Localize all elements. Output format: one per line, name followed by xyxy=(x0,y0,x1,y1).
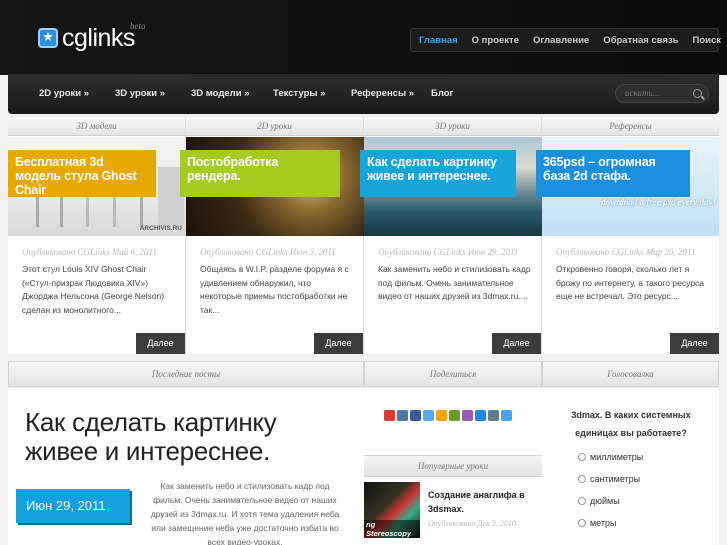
popular-title[interactable]: Создание анаглифа в 3dsmax. xyxy=(428,488,538,516)
nav-blog[interactable]: Блог xyxy=(431,88,454,99)
more-button[interactable]: Далее xyxy=(492,333,541,354)
share-icon-8[interactable] xyxy=(475,410,486,421)
latest-post-date: Июн 29, 2011 xyxy=(16,489,130,523)
card-sky-replace: 3D уроки Как сделать картинку живее и ин… xyxy=(360,117,542,354)
radio-button[interactable] xyxy=(578,497,586,505)
poll-option-label: дюймы xyxy=(590,496,620,506)
poll-head: Голосовалка xyxy=(542,361,719,387)
card-meta: Опубликовано CGLinks Мар 20, 2011 xyxy=(556,247,696,257)
top-nav: Главная О проекте Оглавление Обратная св… xyxy=(410,28,722,52)
nav-references[interactable]: Референсы » xyxy=(351,88,414,99)
main-nav: 2D уроки » 3D уроки » 3D модели » Тексту… xyxy=(8,74,719,114)
poll-option-inch[interactable]: дюймы xyxy=(578,496,620,506)
card-text: Общаясь в W.I.P. разделе форума я с удив… xyxy=(200,264,349,315)
topnav-contents[interactable]: Оглавление xyxy=(533,35,589,46)
card-meta: Опубликовано CGLinks Май 6, 2011 xyxy=(22,247,157,257)
poll-option-label: метры xyxy=(590,518,617,528)
card-category[interactable]: Референсы xyxy=(542,117,719,136)
radio-button[interactable] xyxy=(578,519,586,527)
card-text: Откровенно говоря, сколько лет я брожу п… xyxy=(556,264,704,301)
poll-column: 3dmax. В каких системных единицах вы раб… xyxy=(542,388,719,545)
card-image-caption: download a free psd every day! xyxy=(601,197,716,207)
latest-post: Как сделать картинку живее и интереснее.… xyxy=(8,388,364,545)
poll-question: 3dmax. В каких системных единицах вы раб… xyxy=(571,410,691,438)
card-category[interactable]: 3D модели xyxy=(8,117,185,136)
share-icon-10[interactable] xyxy=(501,410,512,421)
popular-head: Популярные уроки xyxy=(364,455,542,477)
latest-post-title[interactable]: Как сделать картинку живее и интереснее. xyxy=(25,408,325,466)
share-icon-7[interactable] xyxy=(462,410,473,421)
search-input[interactable] xyxy=(625,88,695,98)
card-ghost-chair: 3D модели ARCHIVIS.RU Бесплатная 3d моде… xyxy=(8,117,186,354)
nav-2d-lessons[interactable]: 2D уроки » xyxy=(39,88,89,99)
card-category[interactable]: 3D уроки xyxy=(364,117,541,136)
nav-3d-lessons[interactable]: 3D уроки » xyxy=(115,88,165,99)
popular-meta: Опубликовано Дек 3, 2010 xyxy=(428,519,516,528)
topnav-home[interactable]: Главная xyxy=(419,35,458,46)
radio-button[interactable] xyxy=(578,453,586,461)
poll-option-label: сантиметры xyxy=(590,474,641,484)
nav-3d-models[interactable]: 3D модели » xyxy=(191,88,249,99)
share-head: Поделиться xyxy=(364,361,542,387)
card-title[interactable]: Постобработка рендера. xyxy=(180,150,340,197)
card-postprocessing: 2D уроки Постобработка рендера. Опублико… xyxy=(180,117,364,354)
card-category[interactable]: 2D уроки xyxy=(186,117,363,136)
share-icon-4[interactable] xyxy=(423,410,434,421)
card-title[interactable]: Бесплатная 3d модель стула Ghost Chair xyxy=(8,150,156,197)
topnav-feedback[interactable]: Обратная связь xyxy=(603,35,678,46)
share-icon-3[interactable] xyxy=(410,410,421,421)
card-meta: Опубликовано CGLinks Июн 3, 2011 xyxy=(200,247,336,257)
site-header: ★ cglinks beta Главная О проекте Оглавле… xyxy=(0,0,727,75)
poll-option-label: миллиметры xyxy=(590,452,644,462)
card-title[interactable]: 365psd – огромная база 2d стафа. xyxy=(536,150,690,197)
popular-thumb-label: ng Stereoscopy xyxy=(364,520,420,538)
poll-option-m[interactable]: метры xyxy=(578,518,617,528)
more-button[interactable]: Далее xyxy=(136,333,185,354)
card-meta: Опубликовано CGLinks Июн 29, 2011 xyxy=(378,247,519,257)
share-icon-6[interactable] xyxy=(449,410,460,421)
site-logo[interactable]: ★ cglinks beta xyxy=(38,21,146,54)
share-icon-1[interactable] xyxy=(384,410,395,421)
share-icon-5[interactable] xyxy=(436,410,447,421)
latest-posts-head: Последние посты xyxy=(8,361,364,387)
more-button[interactable]: Далее xyxy=(314,333,363,354)
watermark-archivis: ARCHIVIS.RU xyxy=(139,225,182,232)
search-icon[interactable] xyxy=(693,89,702,98)
topnav-search[interactable]: Поиск xyxy=(693,35,722,46)
share-column: Популярные уроки ng Stereoscopy Создание… xyxy=(364,388,542,545)
search-box xyxy=(615,84,709,103)
card-365psd: Референсы download a free psd every day!… xyxy=(536,117,719,354)
share-icons xyxy=(384,410,512,421)
latest-post-text: Как заменить небо и стилизовать кадр под… xyxy=(150,481,340,545)
share-icon-9[interactable] xyxy=(488,410,499,421)
nav-textures[interactable]: Текстуры » xyxy=(273,88,325,99)
poll-option-cm[interactable]: сантиметры xyxy=(578,474,640,484)
logo-text: cglinks xyxy=(62,23,135,52)
logo-beta: beta xyxy=(130,21,146,31)
share-icon-2[interactable] xyxy=(397,410,408,421)
topnav-about[interactable]: О проекте xyxy=(472,35,519,46)
popular-thumb[interactable]: ng Stereoscopy xyxy=(364,482,420,538)
poll-option-mm[interactable]: миллиметры xyxy=(578,452,643,462)
radio-button[interactable] xyxy=(578,475,586,483)
card-text: Как заменить небо и стилизовать кадр под… xyxy=(378,264,531,301)
star-icon: ★ xyxy=(38,28,58,48)
more-button[interactable]: Далее xyxy=(670,333,719,354)
card-title[interactable]: Как сделать картинку живее и интереснее. xyxy=(360,150,516,197)
card-text: Этот стул Louis XIV Ghost Chair («Стул-п… xyxy=(22,264,165,315)
featured-cards: 3D модели ARCHIVIS.RU Бесплатная 3d моде… xyxy=(8,117,719,354)
